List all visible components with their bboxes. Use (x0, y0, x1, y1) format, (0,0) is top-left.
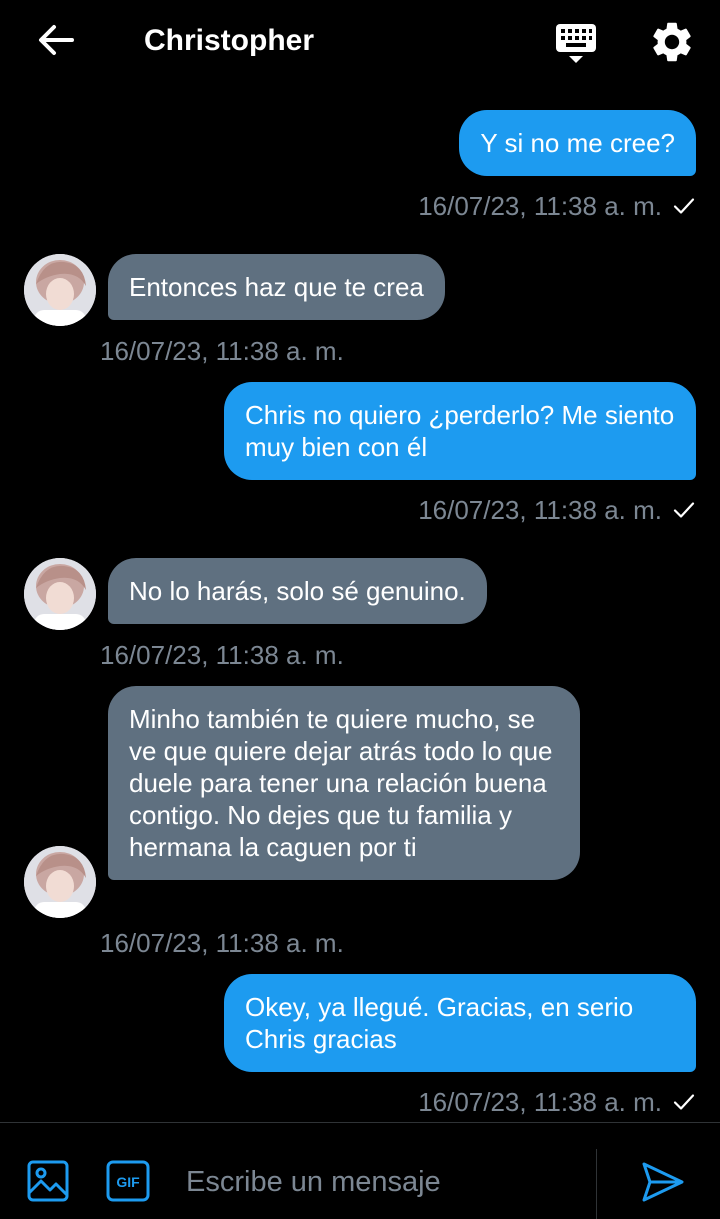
arrow-left-icon (39, 25, 74, 55)
avatar-image (24, 254, 96, 326)
contact-name[interactable]: Christopher (144, 22, 314, 60)
message-row-outgoing: Y si no me cree? (459, 110, 696, 176)
message-row-outgoing: Chris no quiero ¿perderlo? Me siento muy… (224, 382, 696, 480)
attach-image-button[interactable] (26, 1159, 70, 1203)
send-button[interactable] (640, 1159, 686, 1205)
message-meta: 16/07/23, 11:38 a. m. (418, 494, 696, 526)
contact-avatar[interactable] (24, 846, 96, 918)
keyboard-button[interactable] (552, 20, 600, 68)
message-row-outgoing: Okey, ya llegué. Gracias, en serio Chris… (224, 974, 696, 1072)
read-check-icon (673, 502, 695, 518)
gear-icon (653, 22, 691, 62)
contact-avatar[interactable] (24, 254, 96, 326)
back-button[interactable] (34, 18, 78, 62)
message-timestamp: 16/07/23, 11:38 a. m. (100, 928, 344, 958)
read-check-icon (673, 198, 695, 214)
message-timestamp: 16/07/23, 11:38 a. m. (418, 1087, 662, 1117)
message-timestamp: 16/07/23, 11:38 a. m. (418, 495, 662, 525)
avatar-image (24, 558, 96, 630)
outgoing-message-bubble[interactable]: Okey, ya llegué. Gracias, en serio Chris… (224, 974, 696, 1072)
message-input[interactable] (184, 1153, 578, 1211)
avatar-image (24, 846, 96, 918)
composer-divider (596, 1149, 597, 1219)
gif-icon: GIF (106, 1160, 150, 1202)
message-composer: GIF (0, 1122, 720, 1219)
outgoing-message-bubble[interactable]: Chris no quiero ¿perderlo? Me siento muy… (224, 382, 696, 480)
message-meta: 16/07/23, 11:38 a. m. (418, 190, 696, 222)
gif-button[interactable]: GIF (106, 1159, 150, 1203)
gif-label: GIF (116, 1174, 140, 1190)
outgoing-message-bubble[interactable]: Y si no me cree? (459, 110, 696, 176)
keyboard-icon (556, 24, 596, 63)
read-check-icon (673, 1094, 695, 1110)
incoming-message-bubble[interactable]: No lo harás, solo sé genuino. (108, 558, 487, 624)
send-icon (642, 1162, 684, 1202)
settings-button[interactable] (648, 18, 696, 66)
incoming-message-bubble[interactable]: Entonces haz que te crea (108, 254, 445, 320)
image-icon (27, 1160, 69, 1202)
message-timestamp: 16/07/23, 11:38 a. m. (100, 640, 344, 670)
message-timestamp: 16/07/23, 11:38 a. m. (418, 191, 662, 221)
incoming-message-bubble[interactable]: Minho también te quiere mucho, se ve que… (108, 686, 580, 880)
contact-avatar[interactable] (24, 558, 96, 630)
message-meta: 16/07/23, 11:38 a. m. (418, 1086, 696, 1118)
chat-header: Christopher (0, 0, 720, 84)
message-timestamp: 16/07/23, 11:38 a. m. (100, 336, 344, 366)
